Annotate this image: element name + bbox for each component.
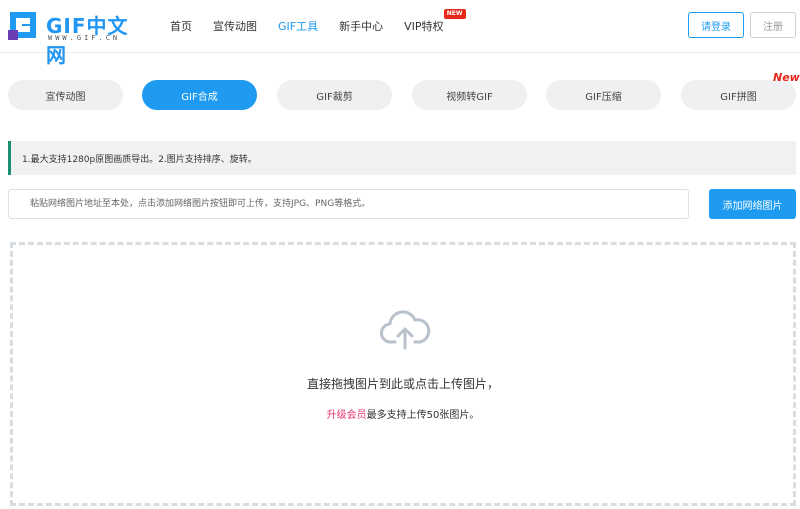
nav-item-beginner-center[interactable]: 新手中心	[339, 18, 383, 34]
tab-gif-compress[interactable]: GIF压缩	[546, 80, 661, 110]
tab-gif-compose[interactable]: GIF合成	[142, 80, 257, 110]
tip-text: 1.最大支持1280p原图画质导出。2.图片支持排序、旋转。	[22, 154, 257, 165]
site-logo[interactable]: GIF中文网 WWW.GIF.CN	[8, 8, 138, 67]
register-button[interactable]: 注册	[750, 12, 796, 38]
logo-mark-icon	[8, 12, 36, 40]
nav-item-vip-label: VIP特权	[404, 20, 444, 33]
tab-video-to-gif[interactable]: 视频转GIF	[412, 80, 527, 110]
login-button[interactable]: 请登录	[688, 12, 744, 38]
tab-promo-gif[interactable]: 宣传动图	[8, 80, 123, 110]
add-network-image-button[interactable]: 添加网络图片	[709, 189, 796, 219]
tab-gif-collage[interactable]: GIF拼图	[681, 80, 796, 110]
tool-tabs: 宣传动图 GIF合成 GIF裁剪 视频转GIF GIF压缩 GIF拼图	[8, 80, 798, 110]
dropzone-sub-line: 升级会员最多支持上传50张图片。	[13, 406, 793, 421]
tab-gif-crop[interactable]: GIF裁剪	[277, 80, 392, 110]
logo-subtext: WWW.GIF.CN	[48, 34, 121, 42]
url-input-wrapper	[8, 189, 689, 219]
nav-item-promo-gif[interactable]: 宣传动图	[213, 18, 257, 34]
upload-dropzone[interactable]: 直接拖拽图片到此或点击上传图片， 升级会员最多支持上传50张图片。	[10, 242, 796, 506]
nav-item-gif-tools[interactable]: GIF工具	[278, 18, 318, 34]
main-nav: 首页 宣传动图 GIF工具 新手中心 VIP特权 NEW	[170, 0, 466, 52]
upgrade-vip-link[interactable]: 升级会员	[327, 410, 367, 421]
dropzone-sub-text: 最多支持上传50张图片。	[366, 410, 480, 421]
dropzone-main-text: 直接拖拽图片到此或点击上传图片，	[306, 377, 499, 391]
tab-new-badge: New	[773, 71, 800, 84]
image-url-input[interactable]	[9, 190, 688, 218]
top-header: GIF中文网 WWW.GIF.CN 首页 宣传动图 GIF工具 新手中心 VIP…	[0, 0, 800, 67]
nav-item-home[interactable]: 首页	[170, 18, 192, 34]
cloud-upload-icon	[380, 310, 431, 350]
tip-banner: 1.最大支持1280p原图画质导出。2.图片支持排序、旋转。	[8, 141, 796, 175]
new-badge: NEW	[443, 9, 466, 19]
nav-item-vip[interactable]: VIP特权 NEW	[404, 9, 466, 34]
